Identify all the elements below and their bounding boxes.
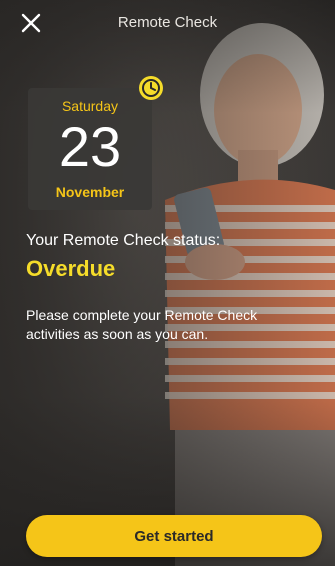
clock-icon (138, 75, 164, 101)
calendar-date: 23 (58, 115, 122, 178)
instruction-message: Please complete your Remote Check activi… (26, 307, 258, 342)
background-shade (0, 0, 335, 566)
calendar-day: Saturday (61, 98, 119, 114)
remote-check-screen: Remote Check Saturday 23 November Your R… (0, 0, 335, 566)
calendar-card: Saturday 23 November (28, 88, 152, 210)
get-started-button[interactable]: Get started (26, 515, 322, 557)
calendar-month: November (55, 184, 125, 200)
page-title: Remote Check (117, 14, 218, 31)
status-value: Overdue (26, 256, 116, 281)
status-label: Your Remote Check status: (26, 232, 221, 249)
